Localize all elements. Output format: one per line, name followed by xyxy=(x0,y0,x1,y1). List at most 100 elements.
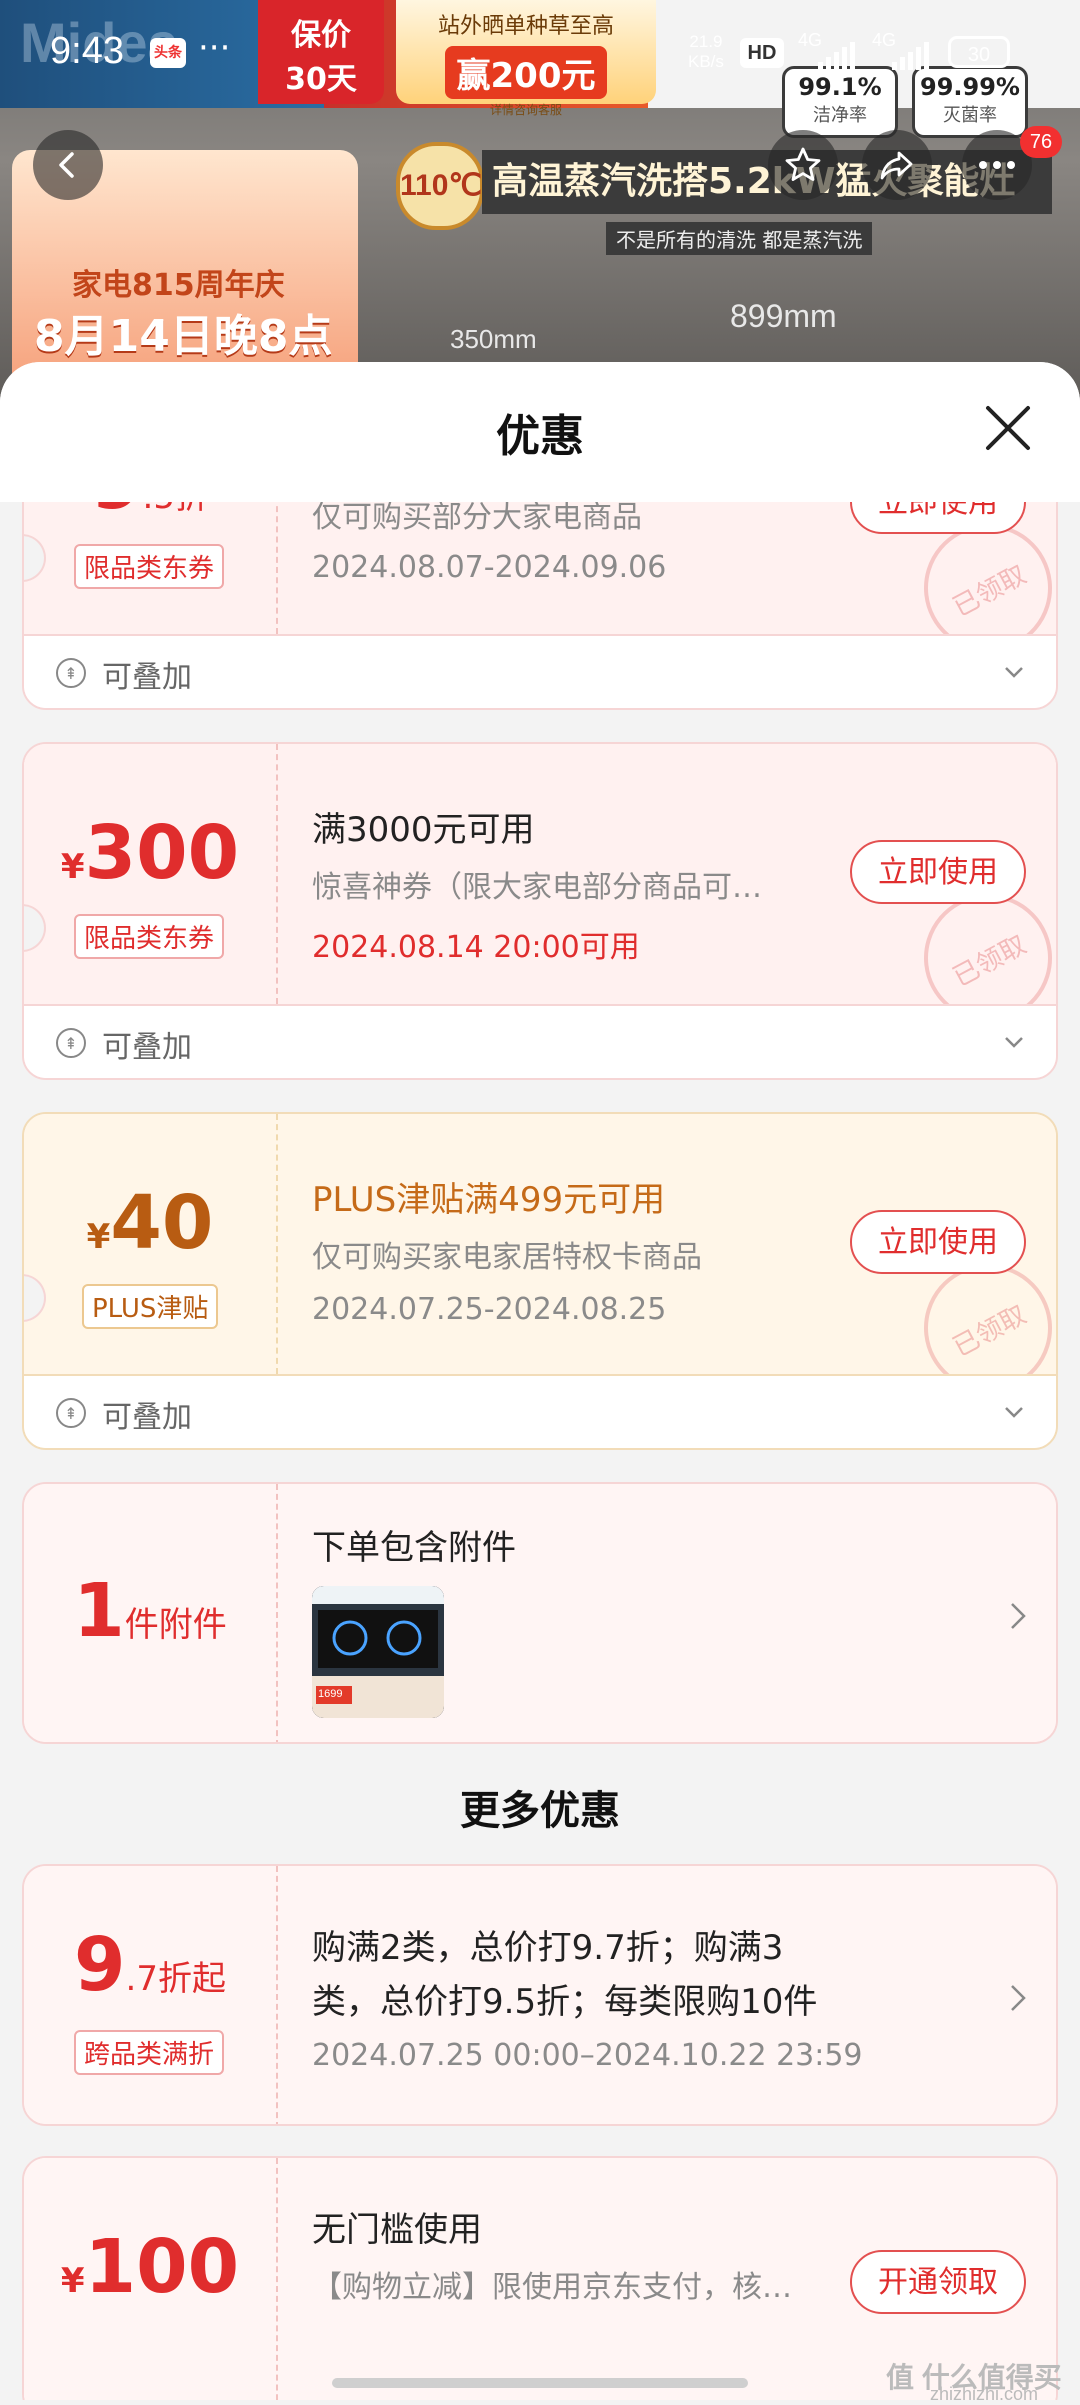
network-speed: 21.9 KB/s xyxy=(688,32,724,72)
coupon-title: PLUS津贴满499元可用 xyxy=(312,1180,666,1220)
back-button[interactable] xyxy=(33,130,103,200)
close-button[interactable] xyxy=(980,400,1036,456)
coupon-amount: ¥300 xyxy=(24,810,276,896)
attachment-card[interactable]: 1件附件 下单包含附件 1699 xyxy=(22,1482,1058,1744)
offer-title: 无门槛使用 xyxy=(312,2210,482,2250)
use-now-button[interactable]: 立即使用 xyxy=(850,502,1026,534)
stackable-icon: ⇞ xyxy=(56,1398,86,1428)
use-now-button[interactable]: 立即使用 xyxy=(850,840,1026,904)
coupon-amount-unit: .5折 xyxy=(143,502,209,517)
status-time: 9:43 xyxy=(50,30,124,72)
network-speed-unit: KB/s xyxy=(688,52,724,71)
offer-type-tag: 跨品类满折 xyxy=(74,2030,225,2075)
share-icon xyxy=(880,151,913,180)
thumbnail-price: 1699 xyxy=(318,1688,343,1700)
coupon-amount: 9.5折 xyxy=(24,502,276,526)
share-button[interactable] xyxy=(862,130,932,200)
stackable-label: 可叠加 xyxy=(102,1030,192,1065)
status-bar: 9:43 头条 ··· 21.9 KB/s HD 4G 4G 30 xyxy=(0,0,1080,108)
more-dots-icon xyxy=(979,161,1015,169)
headline-subtext: 不是所有的清洗 都是蒸汽洗 xyxy=(606,222,873,255)
offer-amount-unit: .7折起 xyxy=(125,1959,226,1999)
coupon-validity: 2024.08.14 20:00可用 xyxy=(312,930,640,965)
coupon-validity: 2024.07.25-2024.08.25 xyxy=(312,1292,667,1327)
yen-symbol: ¥ xyxy=(60,2261,85,2301)
offer-divider xyxy=(276,2158,278,2400)
yen-symbol: ¥ xyxy=(60,847,85,887)
favorite-button[interactable] xyxy=(768,130,838,200)
sheet-header: 优惠 xyxy=(0,362,1080,502)
status-more-icon: ··· xyxy=(198,28,231,68)
chevron-down-icon xyxy=(1005,1037,1023,1048)
battery-icon: 30 xyxy=(948,36,1010,68)
offer-validity: 2024.07.25 00:00–2024.10.22 23:59 xyxy=(312,2038,863,2073)
coupon-type-tag: 限品类东券 xyxy=(74,914,225,959)
stackable-icon: ⇞ xyxy=(56,658,86,688)
offer-amount-number: 9 xyxy=(74,1922,126,2008)
chevron-down-icon xyxy=(1005,667,1023,678)
dimension-depth: 350mm xyxy=(450,324,537,354)
dimension-width: 899mm xyxy=(730,298,837,334)
coupon-validity: 2024.08.07-2024.09.06 xyxy=(312,550,667,585)
chevron-down-icon xyxy=(1005,1407,1023,1418)
coupon-card-plus: ¥40 PLUS津贴 PLUS津贴满499元可用 仅可购买家电家居特权卡商品 2… xyxy=(22,1112,1058,1450)
coupon-amount: ¥40 xyxy=(24,1180,276,1266)
coupon-description: 仅可购买部分大家电商品 xyxy=(312,502,642,535)
sheet-title: 优惠 xyxy=(496,411,584,462)
offer-description: 【购物立减】限使用京东支付，核… xyxy=(312,2270,792,2305)
coupon-footer[interactable]: ⇞ 可叠加 xyxy=(24,1374,1056,1448)
product-headline: 110℃ 高温蒸汽洗搭5.2kW猛火聚能灶 不是所有的清洗 都是蒸汽洗 xyxy=(386,136,1062,306)
coupon-type-tag: 限品类东券 xyxy=(74,544,225,589)
coupon-amount-number: 300 xyxy=(84,810,240,896)
coupon-type-tag: PLUS津贴 xyxy=(82,1284,219,1329)
coupon-description: 仅可购买家电家居特权卡商品 xyxy=(312,1240,702,1275)
watermark-url: zhizhizhi.com xyxy=(930,2384,1039,2404)
toutiao-app-icon: 头条 xyxy=(150,38,186,68)
yen-symbol: ¥ xyxy=(86,1217,111,1257)
attachment-count-number: 1 xyxy=(73,1568,125,1654)
attachment-count-unit: 件附件 xyxy=(124,1605,227,1645)
anniversary-date: 8月14日晚8点 xyxy=(34,311,333,362)
more-offers-title: 更多优惠 xyxy=(460,1788,620,1834)
offer-amount: 9.7折起 xyxy=(24,1922,276,2008)
coupon-title: 满3000元可用 xyxy=(312,810,535,850)
coupon-card: ¥300 限品类东券 满3000元可用 惊喜神券（限大家电部分商品可… 2024… xyxy=(22,742,1058,1080)
coupon-footer[interactable]: ⇞ 可叠加 xyxy=(24,634,1056,708)
stackable-icon: ⇞ xyxy=(56,1028,86,1058)
offer-desc-line1: 购满2类，总价打9.7折；购满3 xyxy=(312,1928,784,1968)
close-icon xyxy=(986,406,1030,450)
hd-voice-icon: HD xyxy=(740,38,784,68)
offer-amount: ¥100 xyxy=(24,2224,276,2310)
signal-bars-2-icon xyxy=(892,40,929,70)
back-arrow-icon xyxy=(59,152,74,178)
home-indicator[interactable] xyxy=(332,2378,748,2388)
offer-divider xyxy=(276,1866,278,2124)
anniversary-title: 家电815周年庆 xyxy=(72,268,285,303)
coupon-description: 惊喜神券（限大家电部分商品可… xyxy=(312,870,762,905)
use-now-button[interactable]: 立即使用 xyxy=(850,1210,1026,1274)
temperature-badge: 110℃ xyxy=(396,142,484,230)
coupon-footer[interactable]: ⇞ 可叠加 xyxy=(24,1004,1056,1078)
chevron-right-icon xyxy=(1011,1603,1026,1629)
coupon-divider xyxy=(276,502,278,634)
stackable-label: 可叠加 xyxy=(102,660,192,695)
offer-amount-number: 100 xyxy=(84,2224,240,2310)
attachment-divider xyxy=(276,1484,278,1742)
offer-desc-line2: 类，总价打9.5折；每类限购10件 xyxy=(312,1982,818,2022)
star-icon xyxy=(785,147,821,181)
attachment-thumbnail[interactable]: 1699 xyxy=(312,1586,444,1718)
coupon-divider xyxy=(276,1114,278,1374)
signal-bars-1-icon xyxy=(818,40,855,70)
coupon-amount-number: 40 xyxy=(110,1180,214,1266)
chevron-right-icon xyxy=(1011,1985,1026,2011)
offer-card[interactable]: 9.7折起 跨品类满折 购满2类，总价打9.7折；购满3 类，总价打9.5折；每… xyxy=(22,1864,1058,2126)
coupon-card: 9.5折 限品类东券 仅可购买部分大家电商品 2024.08.07-2024.0… xyxy=(22,502,1058,710)
attachment-count: 1件附件 xyxy=(24,1568,276,1654)
stackable-label: 可叠加 xyxy=(102,1400,192,1435)
coupon-sheet: 优惠 9.5折 限品类东券 仅可购买部分大家电商品 2024.08.07-202… xyxy=(0,362,1080,2400)
network-speed-value: 21.9 xyxy=(689,32,723,51)
coupon-list[interactable]: 9.5折 限品类东券 仅可购买部分大家电商品 2024.08.07-2024.0… xyxy=(0,502,1080,2400)
attachment-title: 下单包含附件 xyxy=(312,1528,516,1568)
activate-claim-button[interactable]: 开通领取 xyxy=(850,2250,1026,2314)
coupon-amount-number: 9 xyxy=(91,502,143,526)
